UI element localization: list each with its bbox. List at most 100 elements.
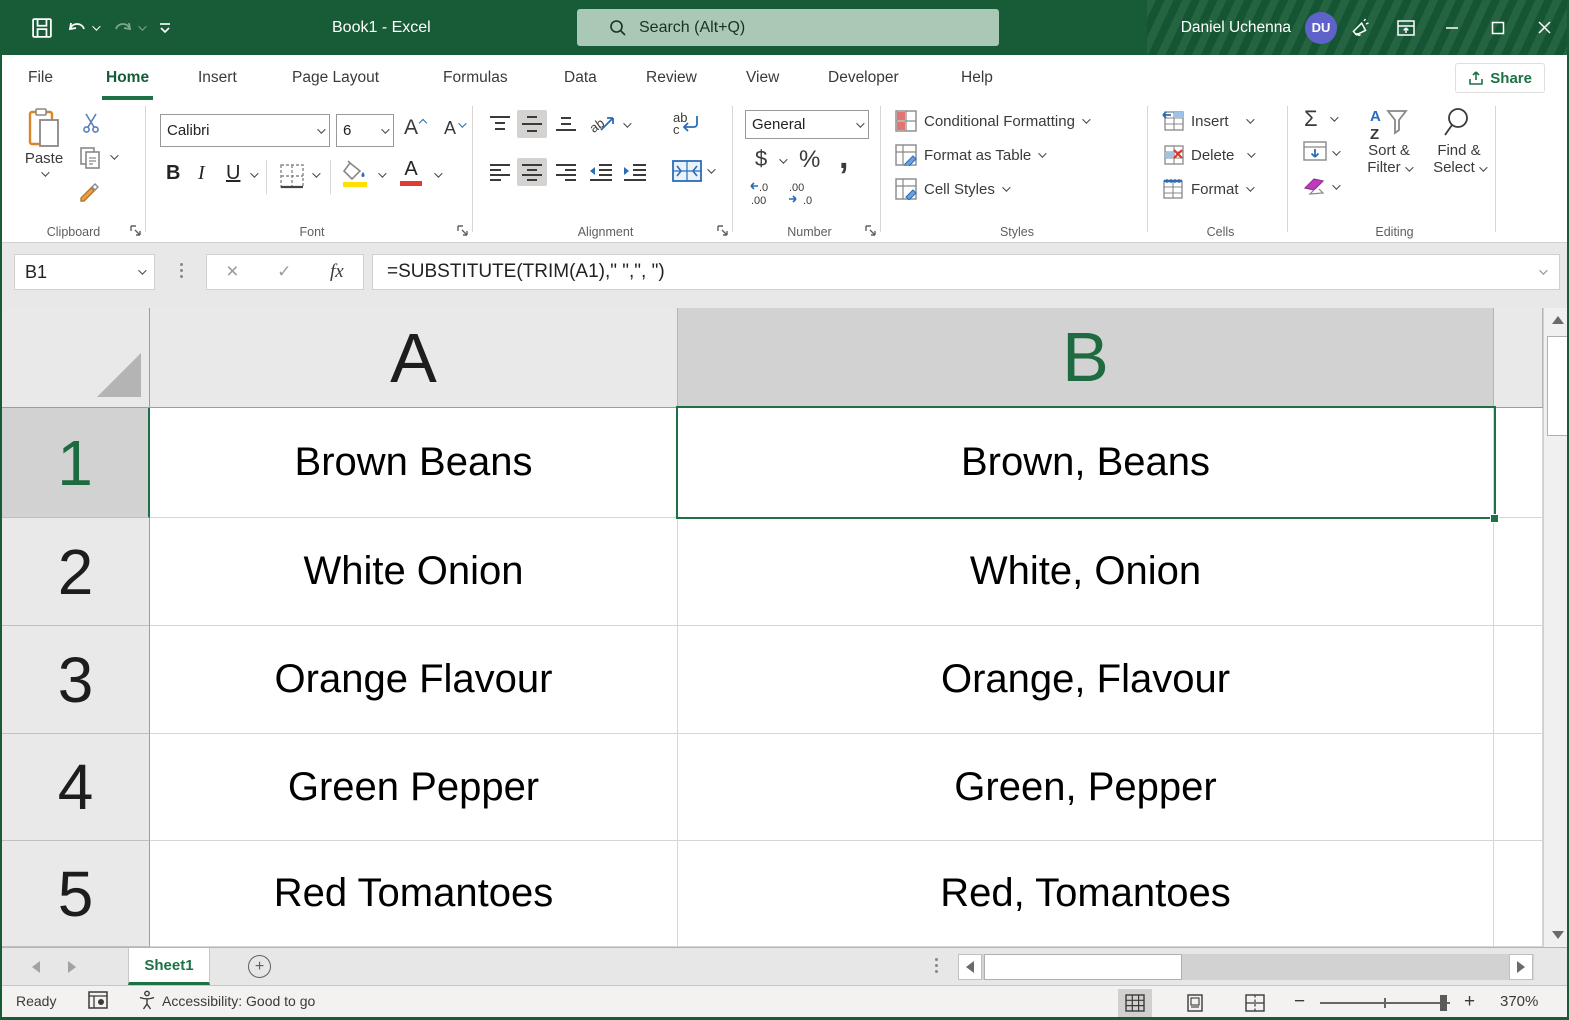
cancel-icon[interactable]: × [226,260,238,284]
close-button[interactable] [1521,0,1567,55]
save-icon[interactable] [32,18,52,38]
tab-insert[interactable]: Insert [194,55,241,100]
ribbon-display-options-icon[interactable] [1383,0,1429,55]
expand-formula-bar-icon[interactable] [1539,266,1547,274]
autosum-button[interactable]: Σ [1304,106,1318,132]
vertical-scroll-thumb[interactable] [1547,336,1568,436]
scroll-left-button[interactable] [958,954,982,980]
clipboard-dialog-launcher-icon[interactable] [129,224,142,237]
clear-dropdown-icon[interactable] [1332,181,1340,189]
cell-a2[interactable]: White Onion [150,518,678,626]
tab-review[interactable]: Review [642,55,701,100]
paste-button[interactable]: Paste [16,108,72,177]
select-all-button[interactable] [2,308,150,408]
increase-indent-button[interactable] [621,162,649,182]
merge-center-dropdown-icon[interactable] [707,165,715,173]
avatar[interactable]: DU [1305,12,1337,44]
accessibility-status[interactable]: Accessibility: Good to go [162,993,315,1009]
fill-color-dropdown-icon[interactable] [378,169,386,177]
decrease-decimal-button[interactable]: .00.0 [787,180,819,206]
user-name[interactable]: Daniel Uchenna [1181,19,1291,37]
underline-button[interactable]: U [226,162,240,185]
wrap-text-button[interactable]: abc [671,110,701,136]
grow-font-button[interactable]: A [404,116,426,140]
insert-cells-button[interactable]: Insert [1162,108,1252,134]
insert-function-icon[interactable]: fx [330,261,344,283]
cell-a5[interactable]: Red Tomantoes [150,841,678,947]
customize-qat-icon[interactable] [158,21,172,35]
accounting-format-button[interactable]: $ [755,146,767,172]
alignment-dialog-launcher-icon[interactable] [716,224,729,237]
undo-button[interactable] [66,18,98,38]
font-size-select[interactable]: 6 [336,114,394,147]
enter-icon[interactable]: ✓ [277,262,291,282]
cell-c4[interactable] [1494,734,1543,841]
accessibility-icon[interactable] [138,990,156,1010]
next-sheet-icon[interactable] [68,961,76,973]
chevron-down-icon[interactable] [856,119,864,127]
tab-view[interactable]: View [742,55,783,100]
align-top-button[interactable] [487,114,513,134]
scroll-down-button[interactable] [1544,923,1569,947]
search-input[interactable]: Search (Alt+Q) [577,9,999,46]
cell-b1[interactable]: Brown, Beans [678,408,1494,518]
paste-dropdown-icon[interactable] [41,168,49,176]
chevron-down-icon[interactable] [1405,163,1413,171]
cell-b4[interactable]: Green, Pepper [678,734,1494,841]
tab-developer[interactable]: Developer [824,55,903,100]
column-header-b[interactable]: B [678,308,1494,408]
merge-center-button[interactable] [671,158,703,184]
increase-decimal-button[interactable]: .0.00 [749,180,781,206]
copy-dropdown-icon[interactable] [110,151,118,159]
scroll-right-button[interactable] [1509,954,1533,980]
cell-styles-button[interactable]: Cell Styles [895,176,1008,202]
macro-record-icon[interactable] [88,991,108,1009]
number-format-select[interactable]: General [745,110,869,139]
maximize-button[interactable] [1475,0,1521,55]
align-right-button[interactable] [553,162,579,182]
format-cells-button[interactable]: Format [1162,176,1252,202]
row-header-2[interactable]: 2 [2,518,150,626]
share-button[interactable]: Share [1455,63,1545,93]
italic-button[interactable]: I [198,162,205,185]
find-select-button[interactable]: Find & Select [1426,106,1492,176]
chevron-down-icon[interactable] [381,125,389,133]
vertical-scrollbar[interactable] [1543,308,1569,947]
row-header-1[interactable]: 1 [2,408,150,518]
normal-view-button[interactable] [1118,989,1152,1017]
coming-soon-megaphone-icon[interactable] [1337,0,1383,55]
column-header-c[interactable] [1494,308,1543,408]
cell-b3[interactable]: Orange, Flavour [678,626,1494,734]
orientation-button[interactable]: ab [589,110,619,136]
copy-button[interactable] [78,146,102,170]
tabbar-grip[interactable] [935,958,938,973]
new-sheet-button[interactable]: + [248,955,271,978]
tab-home[interactable]: Home [102,55,153,100]
sheet-tab-sheet1[interactable]: Sheet1 [128,948,210,985]
cell-a3[interactable]: Orange Flavour [150,626,678,734]
formula-input[interactable]: =SUBSTITUTE(TRIM(A1)," ",", ") [372,254,1560,290]
sort-filter-button[interactable]: AZ Sort & Filter [1356,106,1422,176]
align-center-button[interactable] [517,158,547,186]
fill-button[interactable] [1302,140,1328,162]
number-dialog-launcher-icon[interactable] [864,224,877,237]
chevron-down-icon[interactable] [1082,115,1090,123]
chevron-down-icon[interactable] [1038,149,1046,157]
prev-sheet-icon[interactable] [32,961,40,973]
fill-color-button[interactable] [342,160,368,187]
undo-dropdown-icon[interactable] [92,22,100,30]
row-header-4[interactable]: 4 [2,734,150,841]
chevron-down-icon[interactable] [1002,183,1010,191]
cell-b5[interactable]: Red, Tomantoes [678,841,1494,947]
scroll-up-button[interactable] [1544,308,1569,332]
name-box[interactable]: B1 [14,254,155,290]
tab-page-layout[interactable]: Page Layout [288,55,383,100]
tab-data[interactable]: Data [560,55,601,100]
horizontal-scroll-thumb[interactable] [984,954,1182,980]
align-left-button[interactable] [487,162,513,182]
autosum-dropdown-icon[interactable] [1330,113,1338,121]
cell-c1[interactable] [1494,408,1543,518]
orientation-dropdown-icon[interactable] [623,119,631,127]
chevron-down-icon[interactable] [1246,115,1254,123]
zoom-slider-thumb[interactable] [1440,995,1447,1011]
